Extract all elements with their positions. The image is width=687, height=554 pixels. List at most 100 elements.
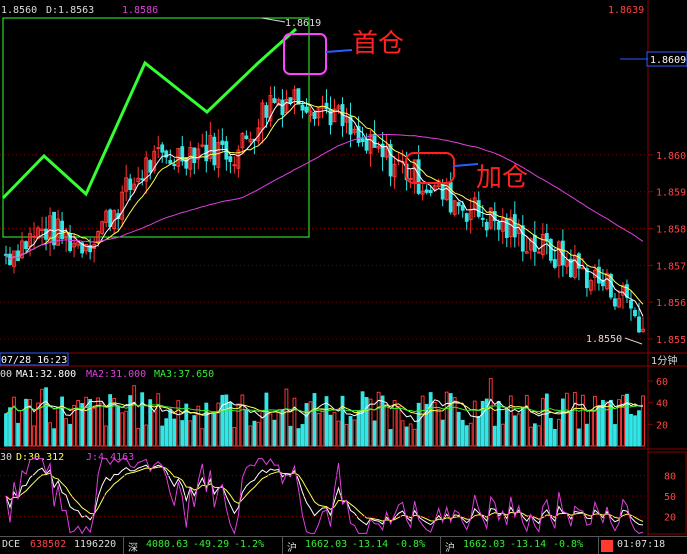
volume-bar — [476, 415, 481, 447]
volume-bar — [172, 418, 177, 447]
kdj-prefix: 30 — [0, 452, 12, 463]
candle-body — [484, 221, 489, 231]
sz-index-name: 深 — [128, 543, 138, 554]
candle-body — [32, 235, 36, 238]
volume-bar — [372, 420, 377, 447]
candle-body — [388, 144, 393, 177]
volume-ma3: MA3:37.650 — [154, 369, 214, 380]
volume-ma2: MA2:31.000 — [86, 369, 146, 380]
volume-bar — [520, 407, 525, 447]
volume-tick-label: 20 — [656, 420, 668, 431]
volume-bar — [348, 416, 353, 447]
exchange-code: DCE — [2, 539, 21, 550]
sh2-index-change: -13.14 — [510, 539, 547, 550]
alert-icon[interactable] — [601, 540, 613, 552]
volume-bar — [8, 407, 12, 447]
candle-body — [456, 202, 461, 207]
volume-tick-label: 60 — [656, 377, 668, 388]
candle-body — [633, 310, 637, 317]
kdj-tick-label: 20 — [664, 512, 676, 523]
volume-bar — [597, 405, 601, 447]
volume-bar — [168, 408, 173, 447]
volume-bar — [16, 422, 20, 447]
volume-bar — [633, 415, 637, 447]
volume-bar — [364, 397, 369, 447]
volume-bar — [280, 409, 285, 447]
price-tick-label: 1.860 — [656, 151, 686, 162]
candle-body — [52, 211, 56, 246]
candle-body — [128, 178, 133, 191]
sz-index-pct: -1.2% — [234, 539, 265, 550]
sh-index-change: -13.14 — [352, 539, 389, 550]
exchange-value-1: 638502 — [30, 539, 67, 550]
sh-index-name: 沪 — [287, 543, 297, 554]
candle-body — [232, 164, 237, 167]
volume-bar — [428, 392, 433, 447]
volume-bar — [416, 402, 421, 447]
close-price-label: 1.8586 — [122, 5, 158, 16]
exchange-value-2: 1196220 — [74, 539, 117, 550]
volume-bar — [492, 425, 497, 447]
d-price-label: D:1.8563 — [46, 5, 94, 16]
volume-bar — [625, 393, 629, 447]
volume-bar — [44, 387, 48, 447]
candle-body — [312, 111, 317, 120]
candle-body — [464, 213, 469, 222]
volume-bar — [629, 413, 633, 447]
candle-body — [244, 135, 249, 140]
volume-bar — [544, 393, 549, 447]
volume-bar — [4, 413, 8, 447]
volume-bar — [548, 418, 553, 447]
price-tick-label: 1.859 — [656, 188, 686, 199]
volume-bar — [585, 423, 589, 447]
volume-bar — [609, 399, 613, 447]
period-label[interactable]: 1分钟 — [651, 354, 677, 367]
candle-body — [448, 181, 453, 213]
kdj-d-label: D:30.312 — [16, 452, 64, 463]
futures-chart[interactable]: 1.8619 1.8550 首仓 加仓 1.8560 D:1.8563 1.85… — [0, 0, 687, 536]
low-mark-label: 1.8550 — [586, 334, 622, 345]
candle-body — [504, 218, 509, 238]
volume-bar — [108, 394, 113, 447]
volume-bar — [116, 405, 121, 447]
volume-bar — [304, 403, 309, 447]
volume-bar — [60, 396, 64, 447]
candle-body — [156, 147, 161, 150]
kdj-tick-label: 50 — [664, 492, 676, 503]
candle-body — [629, 299, 633, 309]
open-price-label: 1.8560 — [1, 5, 37, 16]
candle-body — [272, 98, 277, 103]
price-tick-label: 1.855 — [656, 335, 686, 346]
sh2-index-pct: -0.8% — [553, 539, 584, 550]
candle-body — [288, 97, 293, 104]
candle-body — [280, 99, 285, 116]
volume-tick-label: 40 — [656, 399, 668, 410]
volume-ma1: MA1:32.800 — [16, 369, 76, 380]
volume-bar — [568, 410, 573, 447]
volume-bar — [340, 395, 345, 447]
candle-body — [60, 220, 64, 240]
volume-bar — [532, 423, 537, 447]
candle-body — [460, 205, 465, 211]
price-tick-label: 1.856 — [656, 298, 686, 309]
volume-bar — [460, 419, 465, 447]
candle-body — [328, 108, 333, 126]
volume-bar — [448, 393, 453, 447]
volume-bar — [204, 402, 209, 447]
sz-index-change: -49.29 — [193, 539, 230, 550]
candle-body — [424, 189, 429, 193]
volume-bar — [504, 408, 509, 447]
candle-body — [408, 178, 413, 181]
candle-body — [172, 163, 177, 166]
volume-bar — [220, 394, 225, 447]
candle-body — [160, 144, 165, 153]
candle-body — [597, 266, 601, 284]
candle-body — [581, 267, 585, 270]
candle-body — [637, 316, 641, 333]
volume-bar — [552, 428, 557, 447]
volume-bar — [288, 425, 293, 447]
candle-body — [536, 251, 541, 254]
kdj-tick-label: 80 — [664, 472, 676, 483]
volume-bar — [576, 428, 581, 447]
candle-body — [480, 217, 485, 220]
